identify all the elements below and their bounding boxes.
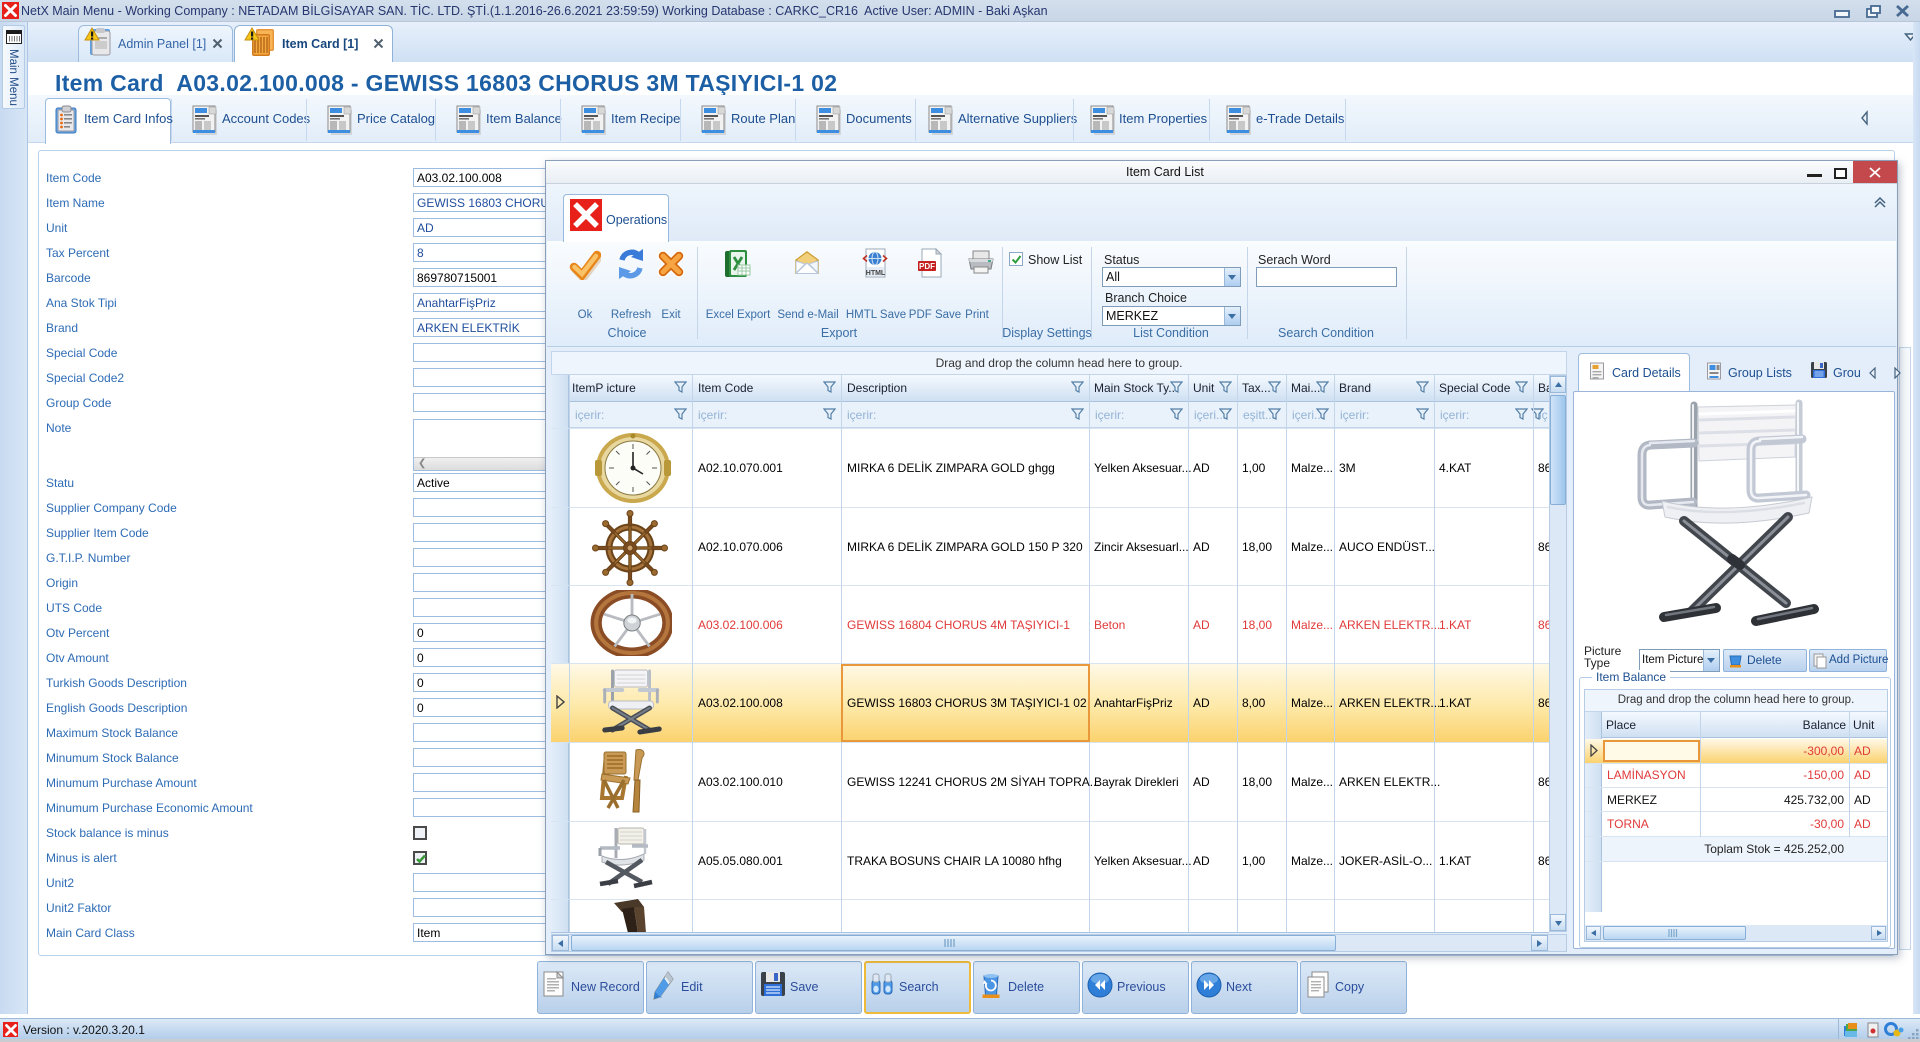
- svg-text:PDF: PDF: [919, 262, 935, 271]
- svg-text:HTML: HTML: [866, 270, 886, 277]
